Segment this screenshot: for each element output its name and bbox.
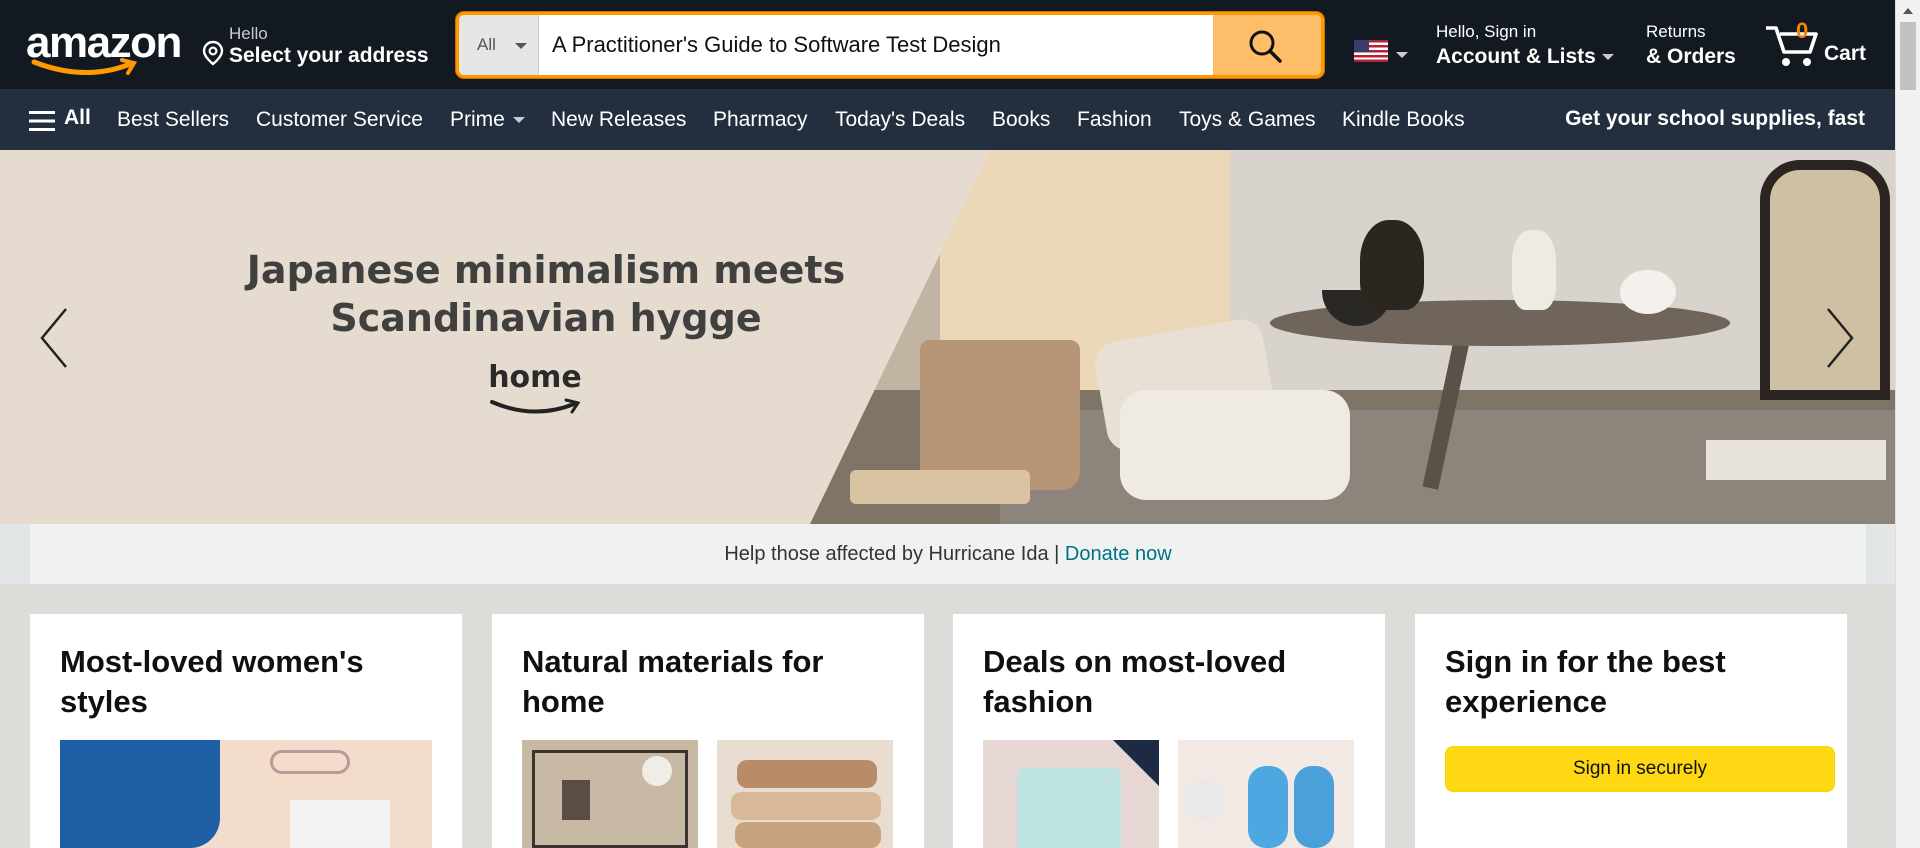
- basket-image: [920, 340, 1080, 490]
- card-image: [983, 740, 1159, 848]
- search-category-dropdown[interactable]: All: [459, 15, 539, 75]
- cart-label: Cart: [1824, 42, 1867, 65]
- nav-todays-deals[interactable]: Today's Deals: [835, 108, 965, 132]
- address-select: Select your address: [229, 44, 429, 67]
- card-image: [717, 740, 893, 848]
- card-title: Most-loved women's styles: [60, 644, 364, 719]
- card-deals-fashion[interactable]: Deals on most-loved fashion: [953, 614, 1385, 848]
- chevron-down-icon: [515, 43, 527, 49]
- search-icon: [1249, 30, 1282, 63]
- page-scrollbar[interactable]: [1895, 0, 1920, 848]
- nav-books[interactable]: Books: [992, 108, 1050, 132]
- cart-icon: [1766, 26, 1818, 66]
- nav-fashion[interactable]: Fashion: [1077, 108, 1152, 132]
- nav-kindle-books[interactable]: Kindle Books: [1342, 108, 1465, 132]
- scroll-up-icon[interactable]: [1903, 8, 1913, 14]
- card-womens-styles[interactable]: Most-loved women's styles: [30, 614, 462, 848]
- card-image: [522, 740, 698, 848]
- hero-brand: home: [488, 360, 582, 395]
- chevron-right-icon[interactable]: [1822, 305, 1858, 371]
- language-selector[interactable]: [1354, 40, 1414, 66]
- amazon-logo[interactable]: amazon: [24, 18, 182, 76]
- amazon-smile-icon: [490, 398, 581, 414]
- returns-orders[interactable]: Returns & Orders: [1646, 22, 1756, 69]
- location-pin-icon: [202, 40, 224, 66]
- nav-toys-games[interactable]: Toys & Games: [1179, 108, 1316, 132]
- nav-promo[interactable]: Get your school supplies, fast: [1565, 107, 1865, 131]
- card-title: Deals on most-loved fashion: [983, 644, 1287, 719]
- address-hello: Hello: [229, 24, 268, 43]
- nav-best-sellers[interactable]: Best Sellers: [117, 108, 229, 132]
- chevron-left-icon[interactable]: [36, 305, 72, 371]
- donation-banner: Help those affected by Hurricane Ida | D…: [30, 524, 1866, 584]
- account-lists[interactable]: Hello, Sign in Account & Lists: [1436, 22, 1626, 69]
- hero-title: Japanese minimalism meets Scandinavian h…: [246, 248, 846, 340]
- nav-new-releases[interactable]: New Releases: [551, 108, 686, 132]
- card-title: Sign in for the best experience: [1445, 644, 1726, 719]
- donate-now-link[interactable]: Donate now: [1065, 543, 1172, 565]
- scroll-thumb[interactable]: [1900, 22, 1916, 90]
- cart-count: 0: [1796, 18, 1809, 43]
- card-image: [1178, 740, 1354, 848]
- search-bar: All: [456, 12, 1324, 78]
- chevron-down-icon: [1396, 52, 1408, 58]
- us-flag-icon: [1354, 40, 1388, 62]
- sign-in-securely-button[interactable]: Sign in securely: [1445, 746, 1835, 792]
- card-natural-materials[interactable]: Natural materials for home: [492, 614, 924, 848]
- card-sign-in: Sign in for the best experience Sign in …: [1415, 614, 1847, 848]
- top-navbar: amazon Hello Select your address All A P…: [0, 0, 1895, 89]
- nav-customer-service[interactable]: Customer Service: [256, 108, 423, 132]
- nav-pharmacy[interactable]: Pharmacy: [713, 108, 808, 132]
- chevron-down-icon: [1601, 54, 1614, 61]
- card-title: Natural materials for home: [522, 644, 824, 719]
- hero-banner[interactable]: Japanese minimalism meets Scandinavian h…: [0, 150, 1895, 524]
- card-image: [60, 740, 432, 848]
- amazon-smile-icon: [31, 58, 138, 76]
- hamburger-icon: [29, 111, 55, 131]
- nav-prime[interactable]: Prime: [450, 108, 525, 132]
- cart[interactable]: 0 Cart: [1764, 18, 1888, 72]
- search-input[interactable]: [540, 15, 1213, 75]
- search-button[interactable]: [1213, 15, 1321, 75]
- chevron-down-icon: [512, 117, 525, 124]
- sub-navbar: All Best Sellers Customer Service Prime …: [0, 89, 1895, 150]
